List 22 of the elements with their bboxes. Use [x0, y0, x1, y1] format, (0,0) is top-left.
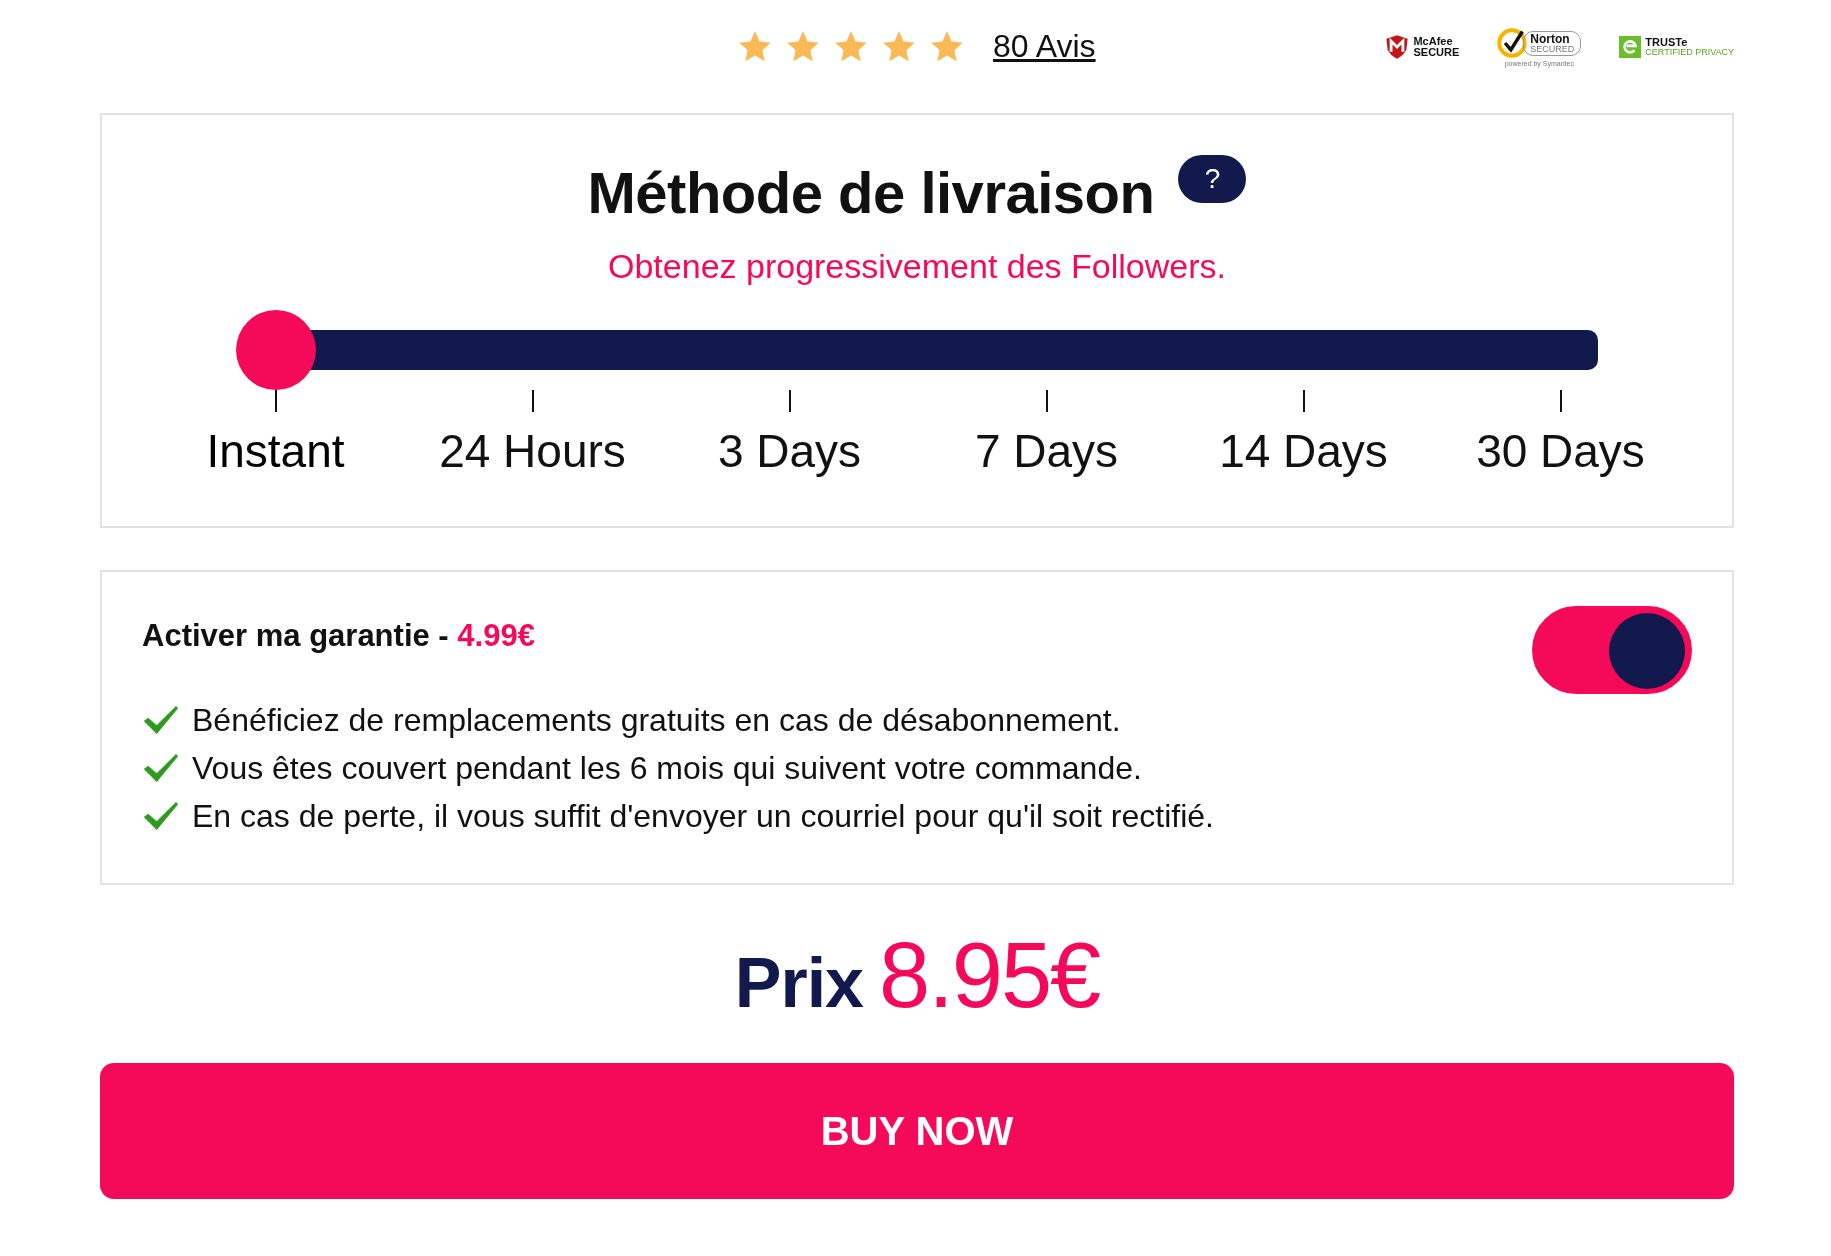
delivery-option[interactable]: 30 Days — [1476, 424, 1645, 478]
reviews-link[interactable]: 80 Avis — [993, 28, 1096, 65]
benefit-text: En cas de perte, il vous suffit d'envoyer un courriel pour qu'il soit rectifié. — [192, 797, 1214, 835]
subtitle: Obtenez progressivement des Followers. — [608, 247, 1226, 286]
delivery-option[interactable]: 3 Days — [717, 424, 862, 478]
check-icon — [142, 801, 180, 831]
check-icon — [142, 753, 180, 783]
delivery-option[interactable]: Instant — [206, 424, 345, 478]
benefit-text: Vous êtes couvert pendant les 6 mois qui suivent votre commande. — [192, 749, 1142, 787]
buy-button[interactable]: BUY NOW — [100, 1063, 1734, 1199]
security-badge: McAfee SECURE — [1385, 34, 1460, 60]
check-icon — [142, 705, 180, 735]
benefit-text: Bénéficiez de remplacements gratuits en cas de désabonnement. — [192, 701, 1121, 739]
guarantee-title: Activer ma garantie - 4.99€ — [142, 618, 536, 654]
section-title: Méthode de livraison — [587, 159, 1155, 227]
delivery-option[interactable]: 24 Hours — [439, 424, 626, 478]
price-amount: 8.95€ — [879, 923, 1100, 1028]
delivery-option[interactable]: 14 Days — [1219, 424, 1388, 478]
price-label: Prix — [734, 943, 864, 1023]
help-button[interactable]: ? — [1178, 155, 1247, 203]
security-badge: TRUSTe CERTIFIED PRIVACY — [1619, 36, 1734, 58]
delivery-option[interactable]: 7 Days — [974, 424, 1119, 478]
